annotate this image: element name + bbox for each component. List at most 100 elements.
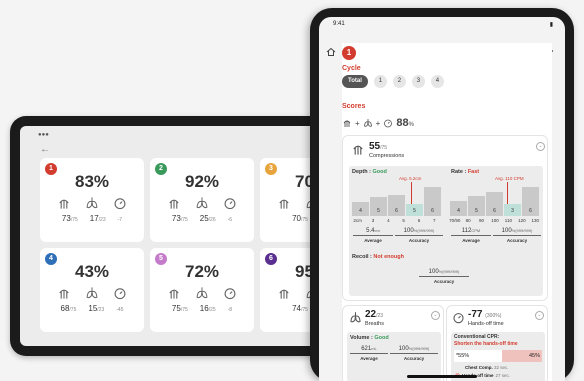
rate-histogram: 4 5 6 3 6	[450, 182, 539, 216]
histogram-bar: 6	[486, 192, 503, 216]
axis-tick-label: 70/90	[449, 218, 461, 223]
home-icon[interactable]	[326, 47, 336, 57]
rate-axis: 70/90 80 90 100 110 120 130	[448, 218, 542, 223]
overall-score: + + 88%	[342, 117, 414, 129]
lungs-icon	[363, 119, 372, 127]
participant-card[interactable]: 1 83% 73/75 17/23 -7	[40, 158, 144, 242]
depth-average: 5.4cm Average	[353, 228, 393, 243]
histogram-bar: 3	[504, 204, 521, 216]
histogram-bar: 5	[468, 195, 485, 216]
compression-hands-icon	[59, 289, 69, 299]
score-percent: 83%	[74, 172, 110, 191]
bar-label: 5	[377, 208, 380, 214]
handsoff-seconds: -7	[117, 217, 123, 223]
handsoff-ratio-bar: *55% 45%	[454, 350, 542, 362]
histogram-bar: 6	[388, 194, 405, 216]
recoil-status: Recoil : Not enough	[352, 254, 404, 260]
depth-axis: 2cm 3 4 5 6 7	[350, 218, 442, 223]
axis-tick-label: 100	[491, 218, 499, 223]
handsoff-panel: -77 (300%) Hands-off time ⌄ Conventional…	[446, 305, 548, 381]
handsoff-value: -77 (300%)	[468, 309, 502, 320]
chip-cycle-4[interactable]: 4	[430, 75, 444, 88]
histogram-bar: 4	[450, 200, 467, 216]
lungs-icon	[196, 197, 208, 209]
score-value: 88%	[396, 117, 414, 129]
compressions-count: 75/75	[171, 304, 188, 313]
timer-icon	[224, 288, 236, 300]
participant-card[interactable]: 5 72% 75/75 16/25 -8	[150, 248, 254, 332]
results-grid: 183%73/7517/23-7292%73/7525/26-6370%70/7…	[40, 158, 340, 332]
back-arrow-icon[interactable]: ←	[40, 144, 50, 155]
status-bar: 9:41 ▮	[333, 21, 553, 28]
chip-cycle-2[interactable]: 2	[392, 75, 406, 88]
histogram-bar: 6	[522, 187, 539, 216]
volume-average: 621mL Average	[350, 346, 388, 361]
axis-tick-label: 3	[371, 218, 375, 223]
bar-label: 3	[511, 208, 514, 214]
compression-hands-icon	[169, 199, 179, 209]
rate-accuracy: 100%(999/999) Accuracy	[493, 228, 541, 243]
breaths-detail: Volume : Good 621mL Average 100%(999/999…	[347, 332, 441, 381]
participant-badge: 1	[342, 46, 356, 60]
compression-hands-icon	[343, 120, 351, 127]
axis-tick-label: 80	[465, 218, 471, 223]
chevron-down-icon[interactable]: ⌄	[431, 311, 440, 320]
breaths-value: 22/23	[365, 309, 384, 320]
chip-total[interactable]: Total	[342, 75, 368, 88]
participant-card[interactable]: 2 92% 73/75 25/26 -6	[150, 158, 254, 242]
score-percent: 92%	[184, 172, 220, 191]
chest-comp-time: Chest Comp. 32 sec.	[465, 365, 509, 370]
breaths-count: 16/25	[199, 304, 216, 313]
participant-card[interactable]: 4 43% 68/75 15/23 -45	[40, 248, 144, 332]
compressions-count: 68/75	[60, 304, 77, 313]
portrait-tablet: 9:41 ▮ 1 Cycle Total 1 2 3 4 Scores + + 88%	[310, 8, 574, 381]
histogram-bar: 6	[424, 187, 441, 216]
battery-icon: ▮	[549, 22, 553, 28]
bar-label: 4	[359, 208, 362, 214]
handsoff-seconds: -45	[116, 307, 124, 313]
bar-label: 6	[431, 208, 434, 214]
plus-sign: +	[355, 118, 360, 128]
chevron-down-icon[interactable]: ⌄	[535, 311, 544, 320]
compressions-count: 73/75	[61, 214, 78, 223]
bar-label: 6	[395, 208, 398, 214]
axis-tick-label: 90	[479, 218, 485, 223]
breaths-count: 25/26	[199, 214, 216, 223]
chip-cycle-3[interactable]: 3	[411, 75, 425, 88]
compression-hands-icon	[353, 145, 363, 155]
recoil-accuracy: 100%(999/999) Accuracy	[419, 269, 469, 284]
timer-icon	[224, 198, 236, 210]
handsoff-label: Hands-off time	[468, 321, 504, 327]
landscape-tablet: ●●● ← 1 83% 73/75 17/23 -7 2 92% 73/75 25/26 -6 3 7…	[10, 116, 340, 356]
compression-hands-icon	[279, 199, 289, 209]
landscape-screen: ●●● ← 1 83% 73/75 17/23 -7 2 92% 73/75 25/26 -6 3 7…	[20, 126, 340, 346]
lungs-icon	[196, 287, 208, 299]
axis-tick-label: 7	[433, 218, 436, 223]
handsoff-seconds: -8	[227, 307, 233, 313]
lungs-icon	[350, 312, 361, 323]
axis-tick-label: 2cm	[353, 218, 362, 223]
bar-label: 6	[529, 208, 532, 214]
timer-icon	[114, 198, 126, 210]
axis-tick-label: 4	[387, 218, 390, 223]
lungs-icon	[86, 287, 98, 299]
compressions-value: 55/75	[369, 141, 388, 152]
depth-accuracy: 100%(999/999) Accuracy	[395, 228, 443, 243]
volume-accuracy: 100%(999/999) Accuracy	[390, 346, 438, 361]
depth-histogram: 4 5 6 5 6	[352, 182, 441, 216]
compression-hands-icon	[59, 199, 69, 209]
compression-hands-icon	[279, 289, 289, 299]
depth-ref-label: Avg. 5.2cm	[399, 176, 422, 181]
rate-average: 112CPM Average	[451, 228, 491, 243]
rate-status: Rate : Fast	[451, 169, 480, 175]
report-content: 1 Cycle Total 1 2 3 4 Scores + + 88% 55/75 C…	[342, 43, 552, 381]
handsoff-seconds: -6	[227, 217, 233, 223]
breaths-label: Breaths	[365, 321, 384, 327]
cycle-chips: Total 1 2 3 4	[342, 75, 444, 88]
status-time: 9:41	[333, 21, 345, 27]
chevron-down-icon[interactable]: ⌄	[536, 142, 545, 151]
histogram-bar: 5	[406, 204, 423, 216]
handsoff-detail: Conventional CPR: Shorten the hands-off …	[451, 332, 545, 381]
chip-cycle-1[interactable]: 1	[373, 75, 387, 88]
bar-label: 5	[413, 208, 416, 214]
